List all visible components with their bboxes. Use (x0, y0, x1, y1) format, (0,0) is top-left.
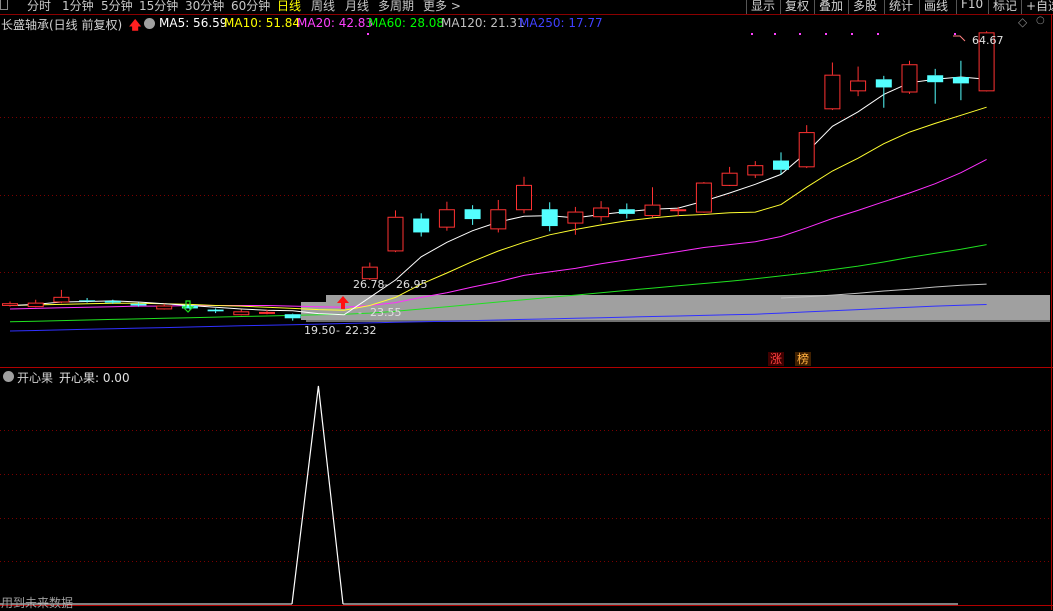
candle[interactable] (901, 60, 918, 94)
price-label-b: 26.95 (396, 278, 428, 291)
top-signal-markers (367, 33, 956, 35)
chip-band (301, 302, 1050, 320)
candlesticks (2, 31, 995, 321)
candle[interactable] (2, 301, 18, 307)
candle[interactable] (927, 68, 944, 104)
svg-text:-: - (384, 278, 388, 291)
candle[interactable] (27, 299, 44, 308)
candle[interactable] (156, 303, 173, 310)
candle[interactable] (618, 203, 635, 219)
signal-marker (877, 33, 879, 35)
price-label-a: 26.78 (353, 278, 385, 291)
candle[interactable] (413, 213, 430, 237)
candle[interactable] (824, 62, 841, 111)
signal-marker (851, 33, 853, 35)
price-label-e: 22.32 (345, 324, 377, 337)
indicator-name: 开心果 (17, 371, 54, 385)
candle[interactable] (387, 210, 404, 253)
zhang-tag-label: 涨 (770, 351, 782, 366)
future-data-warning: 用到未来数据 (1, 596, 74, 610)
signal-marker (751, 33, 753, 35)
candle[interactable] (53, 289, 70, 304)
signal-marker (825, 33, 827, 35)
candle[interactable] (850, 66, 867, 97)
signal-marker (799, 33, 801, 35)
candle[interactable] (284, 313, 301, 321)
indicator-spike (291, 385, 344, 605)
signal-marker (367, 33, 369, 35)
ma20-line (9, 158, 987, 310)
candle[interactable] (490, 199, 507, 233)
candle[interactable] (593, 201, 610, 222)
candle[interactable] (541, 202, 558, 232)
candle[interactable] (464, 205, 481, 225)
indicator-line (0, 385, 958, 605)
candle[interactable] (773, 152, 789, 175)
candle[interactable] (695, 181, 712, 213)
price-label-d: 19.50 (304, 324, 336, 337)
chart-canvas[interactable]: 64.67 26.78 - 26.95 - 23.55 19.50 - 22.3… (0, 0, 1053, 610)
candle[interactable] (516, 176, 532, 214)
candle[interactable] (438, 201, 455, 231)
svg-text:-: - (358, 306, 362, 319)
candle[interactable] (207, 308, 224, 314)
price-label-c: 23.55 (370, 306, 402, 319)
candle[interactable] (798, 125, 815, 169)
candle[interactable] (233, 309, 250, 316)
svg-text:-: - (336, 324, 340, 337)
candle[interactable] (747, 161, 764, 178)
signal-marker (774, 33, 776, 35)
indicator-dropdown-icon[interactable] (3, 371, 14, 382)
candle[interactable] (952, 60, 969, 101)
signal-marker (954, 33, 956, 35)
indicator-value: 开心果: 0.00 (59, 371, 130, 385)
high-price-label: 64.67 (972, 34, 1004, 47)
chip-band (326, 295, 1050, 302)
indicator-header: 开心果 开心果: 0.00 (0, 368, 300, 385)
high-pointer (953, 35, 966, 42)
candle[interactable] (644, 187, 661, 218)
bang-tag-label: 榜 (797, 351, 809, 366)
candle[interactable] (721, 166, 738, 187)
